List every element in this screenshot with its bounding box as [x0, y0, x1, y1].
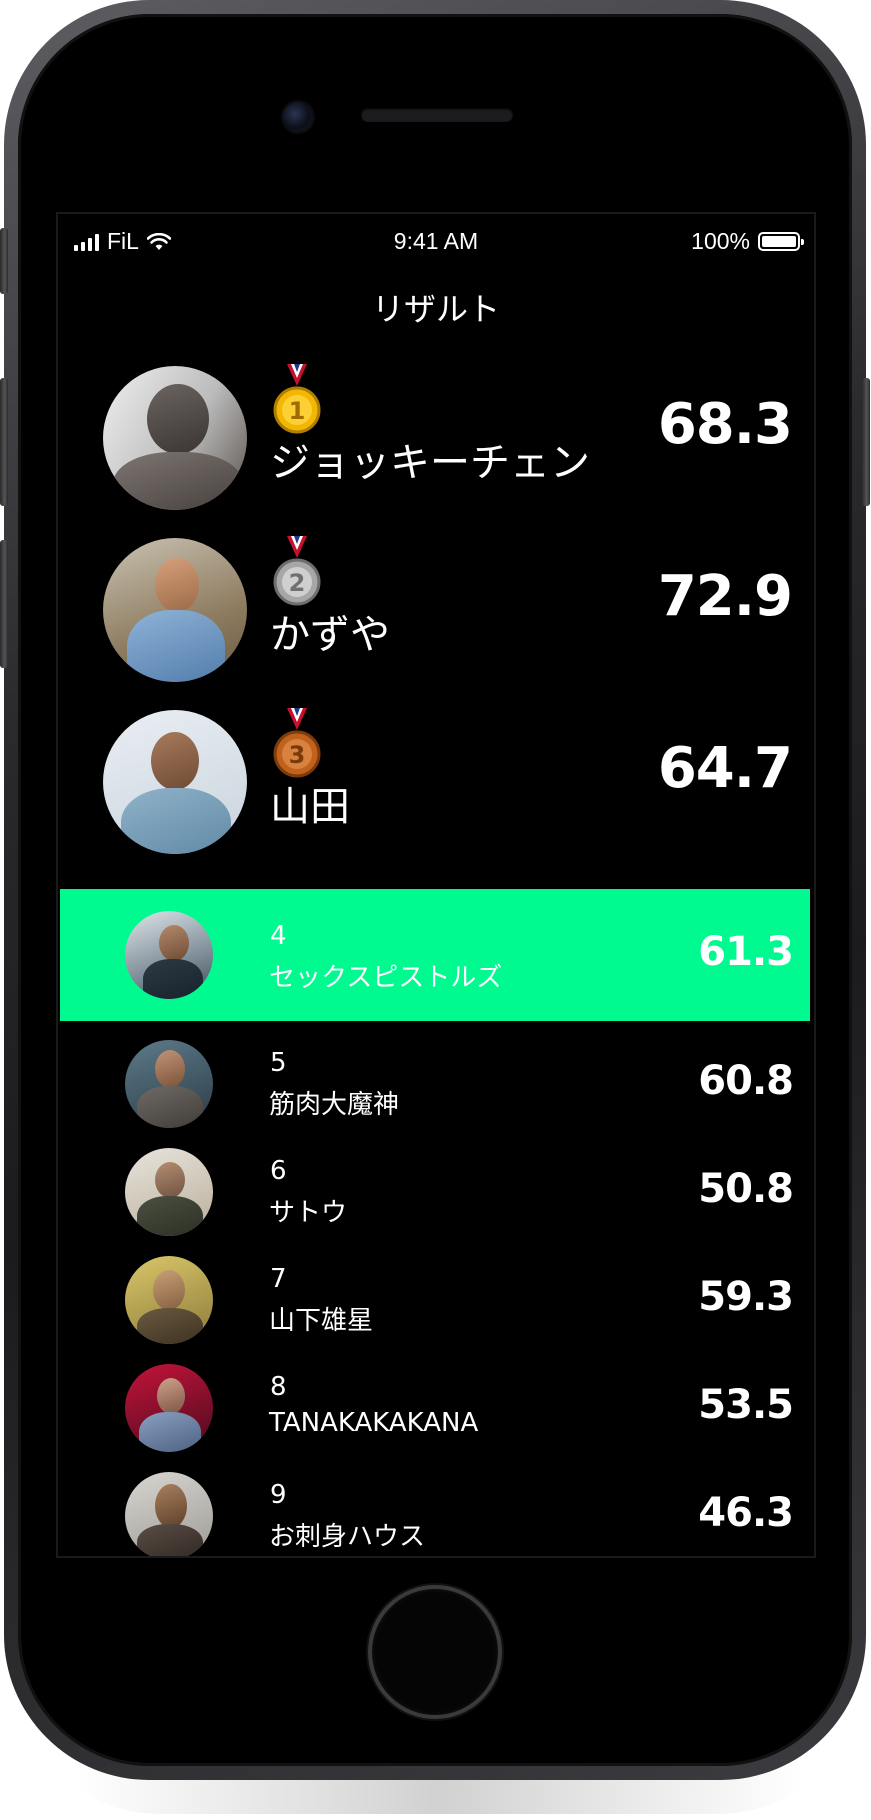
- row-rank: 7: [270, 1264, 287, 1294]
- row-rank: 6: [270, 1156, 287, 1186]
- player-score: 64.7: [657, 736, 793, 801]
- medal-number: 1: [289, 397, 306, 425]
- list-item[interactable]: 7 山下雄星 59.3: [60, 1248, 810, 1356]
- player-score: 68.3: [657, 392, 793, 457]
- podium-row-3[interactable]: 3 山田 64.7: [58, 708, 814, 860]
- player-name: ジョッキーチェン: [270, 440, 590, 486]
- medal-number: 3: [289, 741, 306, 769]
- volume-up-button: [0, 378, 8, 506]
- avatar: [125, 1256, 213, 1344]
- avatar: [103, 538, 247, 682]
- front-camera-icon: [283, 102, 313, 132]
- podium-row-1[interactable]: 1 ジョッキーチェン 68.3: [58, 364, 814, 516]
- list-item[interactable]: 9 お刺身ハウス 46.3: [60, 1464, 810, 1556]
- row-score: 46.3: [698, 1490, 794, 1536]
- page-title: リザルト: [371, 290, 500, 328]
- row-name: TANAKAKAKANA: [269, 1408, 479, 1438]
- list-item[interactable]: 6 サトウ 50.8: [60, 1140, 810, 1248]
- avatar: [125, 1148, 213, 1236]
- row-score: 59.3: [698, 1274, 794, 1320]
- row-name: 山下雄星: [269, 1306, 374, 1336]
- silent-switch: [0, 228, 8, 294]
- row-rank: 5: [270, 1048, 287, 1078]
- power-button: [862, 378, 870, 506]
- row-rank: 8: [270, 1372, 287, 1402]
- app-screen: FiL 9:41 AM 100% リザルト 1 ジョッキーチェン 68.3 2 …: [58, 214, 814, 1556]
- player-score: 72.9: [657, 564, 793, 629]
- list-item-current-user[interactable]: 4 セックスピストルズ 61.3: [60, 889, 810, 1021]
- row-name: 筋肉大魔神: [269, 1090, 400, 1120]
- row-name: セックスピストルズ: [269, 963, 503, 993]
- row-rank: 4: [270, 921, 287, 951]
- list-item[interactable]: 8 TANAKAKAKANA 53.5: [60, 1356, 810, 1464]
- gold-medal-icon: 1: [273, 364, 321, 434]
- earpiece-speaker: [361, 108, 513, 122]
- avatar: [103, 366, 247, 510]
- podium-row-2[interactable]: 2 かずや 72.9: [58, 536, 814, 688]
- row-score: 50.8: [698, 1166, 794, 1212]
- row-score: 61.3: [698, 929, 794, 975]
- volume-down-button: [0, 540, 8, 668]
- row-score: 60.8: [698, 1058, 794, 1104]
- home-button[interactable]: [368, 1585, 502, 1719]
- player-name: かずや: [270, 612, 390, 658]
- row-rank: 9: [270, 1480, 287, 1510]
- battery-percent: 100%: [691, 228, 750, 254]
- row-score: 53.5: [698, 1382, 794, 1428]
- avatar: [125, 1364, 213, 1452]
- battery-icon: [758, 232, 804, 251]
- list-item[interactable]: 5 筋肉大魔神 60.8: [60, 1032, 810, 1140]
- row-name: お刺身ハウス: [269, 1522, 426, 1552]
- player-name: 山田: [270, 784, 350, 830]
- row-name: サトウ: [269, 1198, 348, 1228]
- status-right: 100%: [691, 228, 804, 255]
- avatar: [125, 911, 213, 999]
- avatar: [103, 710, 247, 854]
- avatar: [125, 1040, 213, 1128]
- bronze-medal-icon: 3: [273, 708, 321, 778]
- medal-number: 2: [289, 569, 306, 597]
- silver-medal-icon: 2: [273, 536, 321, 606]
- avatar: [125, 1472, 213, 1556]
- status-bar: FiL 9:41 AM 100%: [58, 214, 814, 270]
